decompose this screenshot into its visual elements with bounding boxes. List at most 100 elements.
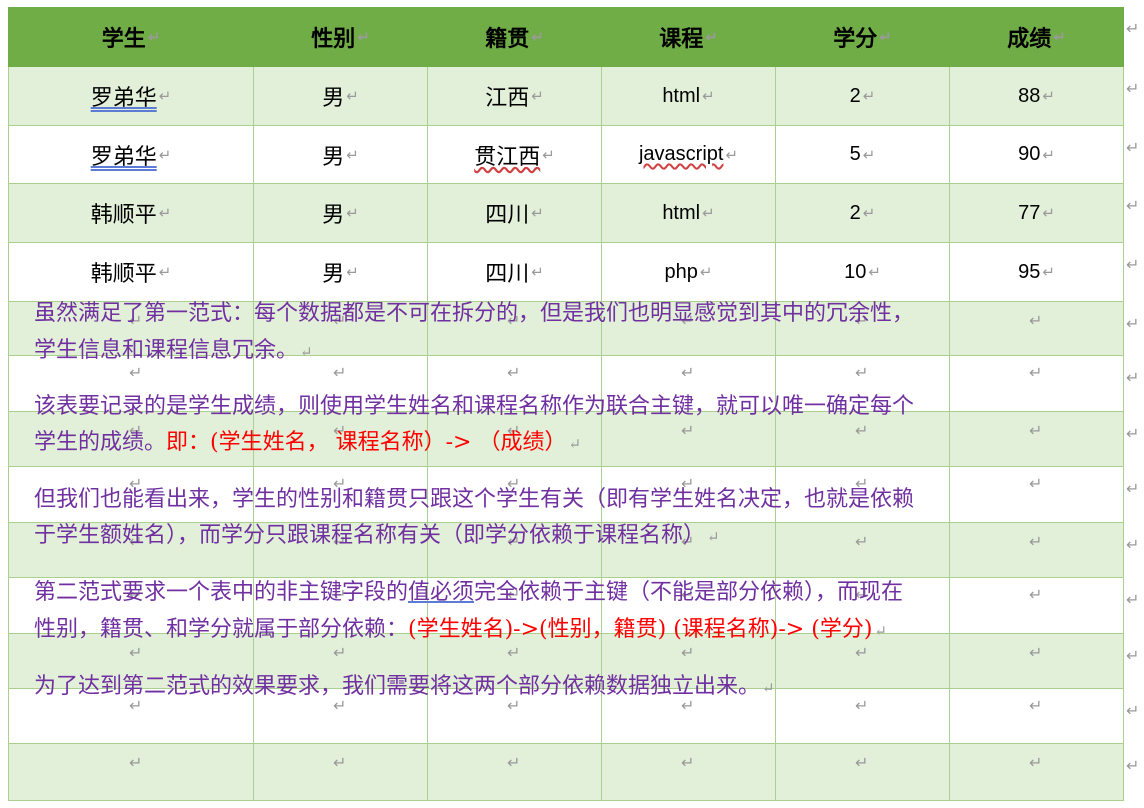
cell-value: 罗弟华 (90, 86, 157, 111)
return-mark-icon: ↵ (702, 204, 715, 222)
cell-value: 10 (844, 260, 867, 283)
return-mark-icon: ↵ (874, 622, 887, 640)
table-cell: ↵ (602, 744, 776, 801)
return-mark-icon: ↵ (357, 27, 370, 46)
cell-value: 2 (849, 84, 861, 107)
header-label: 学生 (101, 26, 146, 52)
table-cell: 江西 ↵ (428, 67, 602, 126)
header-cell: 籍贯 ↵ (428, 7, 602, 67)
return-mark-icon: ↵ (568, 435, 582, 453)
row-end-mark-icon: ↵ (1126, 646, 1140, 665)
header-label: 性别 (311, 26, 356, 52)
return-mark-icon: ↵ (346, 263, 359, 281)
paragraph-2-line-1: 该表要记录的是学生成绩，则使用学生姓名和课程名称作为联合主键，就可以唯一确定每个 (34, 394, 915, 419)
row-end-mark-icon: ↵ (1126, 138, 1140, 157)
return-mark-icon: ↵ (1042, 145, 1055, 164)
paragraph-2-line-2: 学生的成绩。即：(学生姓名， 课程名称）-> （成绩） ↵ (34, 430, 582, 455)
table-cell: ↵ (428, 744, 602, 801)
return-mark-icon: ↵ (158, 204, 172, 222)
row-end-mark-icon: ↵ (1126, 590, 1140, 609)
cell-value: 男 (322, 144, 345, 170)
table-cell: 10 ↵ (776, 243, 950, 302)
header-cell: 课程 ↵ (602, 7, 776, 67)
table-cell: html ↵ (602, 67, 776, 126)
cell-value: 韩顺平 (90, 262, 157, 287)
paragraph-3-line-2: 于学生额姓名），而学分只跟课程名称有关（即学分依赖于课程名称） ↵ (34, 523, 720, 548)
cell-value: 男 (322, 262, 345, 287)
table-row: 韩顺平 ↵ 男 ↵ 四川 ↵ php ↵ 10 ↵ 95 ↵ (8, 243, 1124, 302)
header-label: 学分 (833, 26, 878, 52)
header-cell: 成绩 ↵ (950, 7, 1124, 67)
return-mark-icon: ↵ (1042, 263, 1055, 281)
row-end-mark-icon: ↵ (1126, 424, 1140, 443)
table-cell: 88 ↵ (950, 67, 1124, 126)
table-cell: php ↵ (602, 243, 776, 302)
paragraph-4-line-1: 第二范式要求一个表中的非主键字段的值必须完全依赖于主键（不能是部分依赖），而现在 (34, 580, 904, 605)
return-mark-icon: ↵ (1042, 204, 1055, 222)
return-mark-icon: ↵ (862, 204, 876, 222)
cell-value: 88 (1018, 84, 1041, 107)
table-cell: ↵ (776, 744, 950, 801)
return-mark-icon: ↵ (333, 753, 347, 772)
row-end-mark-icon: ↵ (1126, 701, 1140, 720)
cell-value: php (664, 260, 698, 283)
paragraph-1-line-1: 虽然满足了第一范式：每个数据都是不可在拆分的，但是我们也明显感觉到其中的冗余性， (34, 301, 915, 326)
table-cell: 95 ↵ (950, 243, 1124, 302)
cell-value: 90 (1018, 143, 1041, 165)
cell-value: html (662, 201, 701, 224)
return-mark-icon: ↵ (681, 753, 695, 772)
table-cell: 5 ↵ (776, 126, 950, 184)
table-cell: 贯江西 ↵ (428, 126, 602, 184)
table-cell: 四川 ↵ (428, 184, 602, 243)
table-row: ↵ ↵ ↵ ↵ ↵ ↵ (8, 744, 1124, 801)
paragraph-4-line-2: 性别，籍贯、和学分就属于部分依赖：(学生姓名)->(性别，籍贯) (课程名称)-… (34, 617, 887, 642)
return-mark-icon: ↵ (158, 263, 172, 281)
cell-value: javascript (638, 143, 724, 165)
return-mark-icon: ↵ (702, 87, 715, 105)
return-mark-icon: ↵ (707, 528, 720, 546)
table-cell: 男 ↵ (254, 67, 428, 126)
cell-value: 男 (322, 86, 345, 111)
return-mark-icon: ↵ (531, 204, 544, 222)
table-row: 罗弟华 ↵ 男 ↵ 贯江西 ↵ javascript ↵ 5 ↵ 90 ↵ (8, 126, 1124, 184)
paragraph-3-line-1: 但我们也能看出来，学生的性别和籍贯只跟这个学生有关（即有学生姓名决定，也就是依赖 (34, 487, 915, 512)
cell-value: 2 (849, 201, 861, 224)
underlined-phrase: 值必须 (408, 580, 475, 605)
header-cell: 学分 ↵ (776, 7, 950, 67)
table-header-row: 学生 ↵ 性别 ↵ 籍贯 ↵ 课程 ↵ 学分 ↵ 成绩 ↵ (8, 7, 1124, 67)
header-label: 成绩 (1007, 26, 1052, 52)
table-cell: ↵ (254, 744, 428, 801)
header-cell: 性别 ↵ (254, 7, 428, 67)
return-mark-icon: ↵ (855, 753, 869, 772)
table-cell: 韩顺平 ↵ (8, 243, 254, 302)
return-mark-icon: ↵ (147, 27, 161, 46)
cell-value: 5 (849, 143, 861, 165)
return-mark-icon: ↵ (507, 753, 521, 772)
table-cell: 90 ↵ (950, 126, 1124, 184)
return-mark-icon: ↵ (158, 145, 172, 164)
return-mark-icon: ↵ (725, 145, 739, 164)
row-end-mark-icon: ↵ (1126, 255, 1140, 274)
return-mark-icon: ↵ (158, 87, 172, 105)
table-cell: javascript ↵ (602, 126, 776, 184)
row-end-mark-icon: ↵ (1126, 19, 1140, 38)
return-mark-icon: ↵ (762, 679, 775, 697)
return-mark-icon: ↵ (868, 263, 881, 281)
return-mark-icon: ↵ (1042, 87, 1055, 105)
return-mark-icon: ↵ (346, 87, 359, 105)
cell-value: 四川 (485, 203, 530, 228)
cell-value: 四川 (485, 262, 530, 287)
table-cell: ↵ (8, 744, 254, 801)
paragraph-1-line-2: 学生信息和课程信息冗余。 ↵ (34, 338, 313, 363)
table-cell: 2 ↵ (776, 67, 950, 126)
table-cell: 男 ↵ (254, 243, 428, 302)
header-cell: 学生 ↵ (8, 7, 254, 67)
table-cell: 罗弟华 ↵ (8, 126, 254, 184)
header-label: 籍贯 (485, 26, 530, 52)
table-row: 韩顺平 ↵ 男 ↵ 四川 ↵ html ↵ 2 ↵ 77 ↵ (8, 184, 1124, 243)
header-label: 课程 (659, 26, 704, 52)
return-mark-icon: ↵ (1029, 753, 1043, 772)
cell-value: 77 (1018, 201, 1041, 224)
table-cell: 罗弟华 ↵ (8, 67, 254, 126)
cell-value: 罗弟华 (90, 144, 157, 170)
